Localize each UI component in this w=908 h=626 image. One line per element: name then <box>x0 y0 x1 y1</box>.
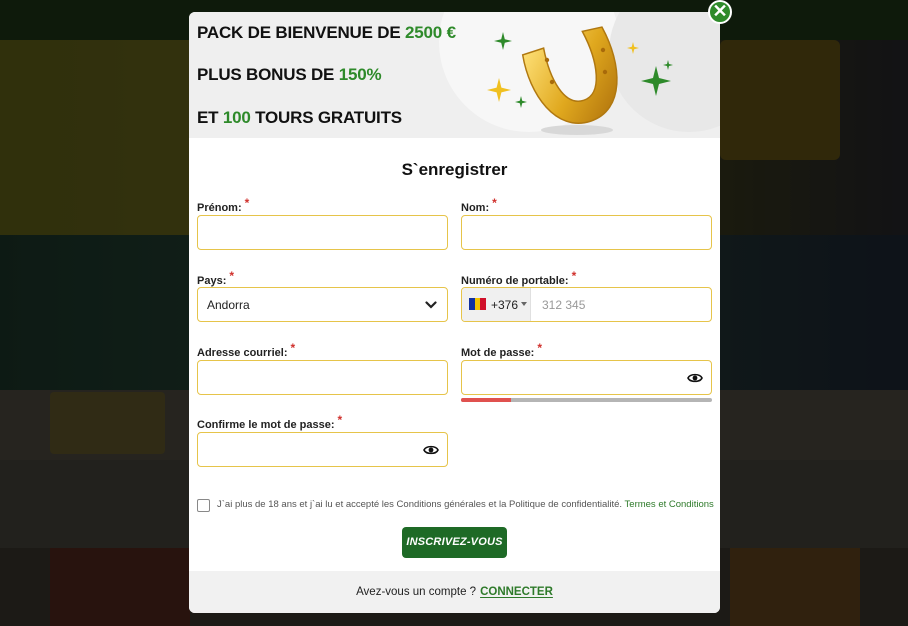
banner-text: PLUS BONUS DE <box>197 65 339 84</box>
banner-text: PACK DE BIENVENUE DE <box>197 23 406 42</box>
eye-icon[interactable] <box>423 443 439 457</box>
banner-line-2: PLUS BONUS DE 150% <box>197 65 382 85</box>
country-value: Andorra <box>207 298 250 312</box>
terms-checkbox[interactable] <box>197 499 210 512</box>
country-code-selector[interactable]: +376 <box>462 288 531 321</box>
banner-line-3: ET 100 TOURS GRATUITS <box>197 108 402 128</box>
label-text: Numéro de portable: <box>461 275 569 287</box>
terms-link[interactable]: Termes et Conditions <box>625 499 714 510</box>
banner-line-1: PACK DE BIENVENUE DE 2500 € <box>197 23 456 43</box>
required-mark: * <box>229 269 235 283</box>
password-strength-bar <box>461 398 712 402</box>
required-mark: * <box>337 413 343 427</box>
password-input[interactable] <box>462 361 711 394</box>
form-title: S`enregistrer <box>401 160 508 179</box>
last-name-label: Nom: * <box>461 196 497 214</box>
login-question: Avez-vous un compte ? <box>356 586 477 598</box>
last-name-field[interactable] <box>461 215 712 250</box>
label-text: Adresse courriel: <box>197 347 288 359</box>
email-field[interactable] <box>197 360 448 395</box>
confirm-password-input[interactable] <box>198 433 447 466</box>
country-select[interactable]: Andorra <box>197 287 448 322</box>
terms-text: J`ai plus de 18 ans et j`ai lu et accept… <box>217 499 714 510</box>
email-label: Adresse courriel: * <box>197 341 295 359</box>
first-name-label: Prénom: * <box>197 196 249 214</box>
last-name-input[interactable] <box>462 216 711 249</box>
required-mark: * <box>492 196 497 210</box>
banner-text: TOURS GRATUITS <box>250 108 402 127</box>
banner-highlight: 2500 € <box>405 23 456 42</box>
star-icon <box>487 78 511 102</box>
required-mark: * <box>290 341 296 355</box>
first-name-field[interactable] <box>197 215 448 250</box>
email-input[interactable] <box>198 361 447 394</box>
label-text: Mot de passe: <box>461 347 535 359</box>
dial-code: +376 <box>491 298 519 312</box>
required-mark: * <box>571 269 577 283</box>
star-icon <box>663 60 673 70</box>
terms-statement: J`ai plus de 18 ans et j`ai lu et accept… <box>217 499 623 510</box>
caret-down-icon <box>521 302 527 306</box>
star-icon <box>627 42 639 54</box>
label-text: Prénom: <box>197 202 242 214</box>
connect-link[interactable]: CONNECTER <box>480 586 553 598</box>
banner-highlight: 150% <box>338 65 382 84</box>
star-icon <box>494 32 512 50</box>
phone-field: +376 <box>461 287 712 322</box>
required-mark: * <box>244 196 250 210</box>
phone-label: Numéro de portable: * <box>461 269 576 287</box>
confirm-password-label: Confirme le mot de passe: * <box>197 413 342 431</box>
password-strength-fill <box>461 398 512 402</box>
star-icon <box>515 96 527 108</box>
login-footer: Avez-vous un compte ? CONNECTER <box>189 571 720 613</box>
close-icon[interactable]: ✕ <box>708 0 732 24</box>
star-icon <box>641 66 671 96</box>
country-label: Pays: * <box>197 269 234 287</box>
phone-input-wrap <box>532 288 712 321</box>
phone-input[interactable] <box>532 288 712 321</box>
first-name-input[interactable] <box>198 216 447 249</box>
label-text: Confirme le mot de passe: <box>197 419 335 431</box>
banner-text: ET <box>197 108 223 127</box>
register-button[interactable]: INSCRIVEZ-VOUS <box>402 527 507 558</box>
confirm-password-field[interactable] <box>197 432 448 467</box>
label-text: Nom: <box>461 202 490 214</box>
horseshoe-icon <box>521 26 618 135</box>
registration-modal: PACK DE BIENVENUE DE 2500 € PLUS BONUS D… <box>189 12 720 613</box>
login-prompt: Avez-vous un compte ? CONNECTER <box>189 586 720 598</box>
label-text: Pays: <box>197 275 227 287</box>
andorra-flag-icon <box>469 298 487 310</box>
password-label: Mot de passe: * <box>461 341 542 359</box>
banner-highlight: 100 <box>222 108 251 127</box>
eye-icon[interactable] <box>687 371 703 385</box>
required-mark: * <box>537 341 543 355</box>
chevron-down-icon[interactable] <box>425 299 437 311</box>
password-field[interactable] <box>461 360 712 395</box>
welcome-banner: PACK DE BIENVENUE DE 2500 € PLUS BONUS D… <box>189 12 720 138</box>
